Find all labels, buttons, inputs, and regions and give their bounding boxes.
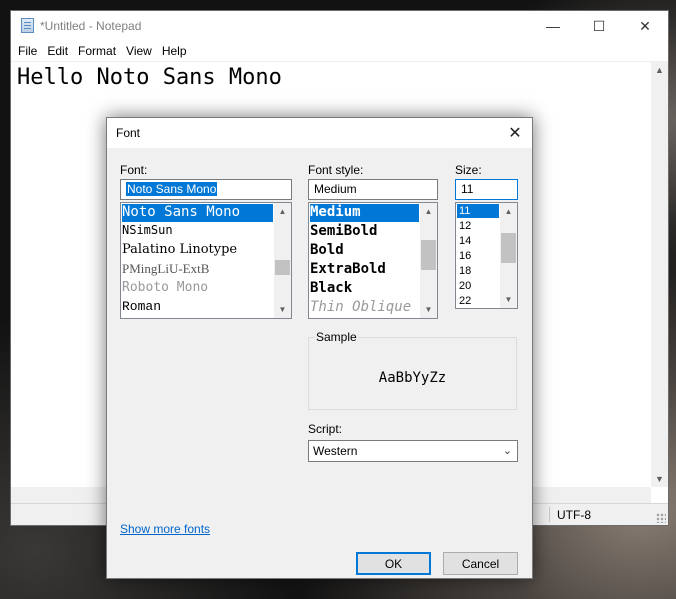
font-dialog: Font ✕ Font: Noto Sans Mono Noto Sans Mo… — [106, 117, 533, 579]
status-separator — [549, 507, 550, 522]
notepad-app-icon — [21, 18, 34, 33]
editor-vertical-scrollbar[interactable]: ▲ ▼ — [651, 61, 668, 487]
ok-button[interactable]: OK — [356, 552, 431, 575]
scroll-down-icon[interactable]: ▼ — [420, 301, 437, 318]
size-list-item[interactable]: 12 — [457, 219, 499, 233]
notepad-title-bar[interactable]: *Untitled - Notepad — ☐ ✕ — [11, 11, 668, 41]
scroll-down-icon[interactable]: ▼ — [274, 301, 291, 318]
font-style-item[interactable]: Black — [310, 280, 419, 298]
script-dropdown-value: Western — [313, 444, 358, 458]
menu-format[interactable]: Format — [73, 41, 121, 61]
font-style-scroll-thumb[interactable] — [421, 240, 436, 270]
font-style-item[interactable]: Medium — [310, 204, 419, 222]
font-name-input[interactable]: Noto Sans Mono — [120, 179, 292, 200]
font-list-item[interactable]: Roboto Mono — [122, 280, 273, 298]
font-style-item[interactable]: Thin Oblique — [310, 299, 419, 317]
font-list-item[interactable]: PMingLiU-ExtB — [122, 261, 273, 279]
size-list[interactable]: 11 12 14 16 18 20 22 ▲ ▼ — [455, 202, 518, 309]
maximize-icon[interactable]: ☐ — [576, 11, 622, 41]
size-input[interactable]: 11 — [455, 179, 518, 200]
font-list-item[interactable]: NSimSun — [122, 223, 273, 241]
font-label: Font: — [120, 163, 148, 177]
scroll-up-icon[interactable]: ▲ — [420, 203, 437, 220]
size-list-item[interactable]: 18 — [457, 264, 499, 278]
size-list-item[interactable]: 22 — [457, 294, 499, 308]
show-more-fonts-link[interactable]: Show more fonts — [120, 522, 210, 536]
scroll-up-icon[interactable]: ▲ — [651, 61, 668, 78]
font-name-input-value: Noto Sans Mono — [126, 182, 218, 196]
chevron-down-icon: ⌄ — [502, 445, 512, 457]
scroll-up-icon[interactable]: ▲ — [274, 203, 291, 220]
font-style-input[interactable]: Medium — [308, 179, 438, 200]
font-style-label: Font style: — [308, 163, 364, 177]
editor-text: Hello Noto Sans Mono — [17, 65, 282, 90]
menu-edit[interactable]: Edit — [42, 41, 73, 61]
font-list-scrollbar[interactable]: ▲ ▼ — [274, 203, 291, 318]
font-style-item[interactable]: ExtraBold — [310, 261, 419, 279]
scroll-down-icon[interactable]: ▼ — [651, 470, 668, 487]
scroll-down-icon[interactable]: ▼ — [500, 291, 517, 308]
scroll-up-icon[interactable]: ▲ — [500, 203, 517, 220]
font-style-input-value: Medium — [314, 182, 357, 196]
status-encoding: UTF-8 — [557, 508, 591, 522]
size-list-item[interactable]: 11 — [457, 204, 499, 218]
menu-file[interactable]: File — [13, 41, 42, 61]
font-dialog-title: Font — [116, 126, 141, 140]
size-list-item[interactable]: 20 — [457, 279, 499, 293]
close-icon[interactable]: ✕ — [622, 11, 668, 41]
dialog-close-icon[interactable]: ✕ — [498, 118, 532, 148]
size-list-scroll-thumb[interactable] — [501, 233, 516, 263]
menu-bar: File Edit Format View Help — [11, 41, 668, 61]
font-list-scroll-thumb[interactable] — [275, 260, 290, 275]
size-list-scrollbar[interactable]: ▲ ▼ — [500, 203, 517, 308]
font-style-item[interactable]: Bold — [310, 242, 419, 260]
menu-view[interactable]: View — [121, 41, 157, 61]
menu-help[interactable]: Help — [157, 41, 192, 61]
font-list-item[interactable]: Noto Sans Mono — [122, 204, 273, 222]
font-dialog-title-bar[interactable]: Font ✕ — [107, 118, 532, 148]
size-input-value: 11 — [461, 182, 474, 196]
size-list-item[interactable]: 14 — [457, 234, 499, 248]
sample-preview-text: AaBbYyZz — [378, 370, 447, 386]
font-list[interactable]: Noto Sans Mono NSimSun Palatino Linotype… — [120, 202, 292, 319]
script-dropdown[interactable]: Western ⌄ — [308, 440, 518, 462]
resize-grip-icon[interactable] — [656, 513, 666, 523]
size-label: Size: — [455, 163, 482, 177]
font-style-scrollbar[interactable]: ▲ ▼ — [420, 203, 437, 318]
font-style-list[interactable]: Medium SemiBold Bold ExtraBold Black Thi… — [308, 202, 438, 319]
size-list-item[interactable]: 16 — [457, 249, 499, 263]
sample-label: Sample — [315, 330, 358, 344]
cancel-button[interactable]: Cancel — [443, 552, 518, 575]
notepad-title: *Untitled - Notepad — [40, 19, 142, 33]
font-style-item[interactable]: SemiBold — [310, 223, 419, 241]
script-label: Script: — [308, 422, 343, 436]
font-list-item[interactable]: Roman — [122, 299, 273, 317]
minimize-icon[interactable]: — — [530, 11, 576, 41]
font-list-item[interactable]: Palatino Linotype — [122, 242, 273, 260]
